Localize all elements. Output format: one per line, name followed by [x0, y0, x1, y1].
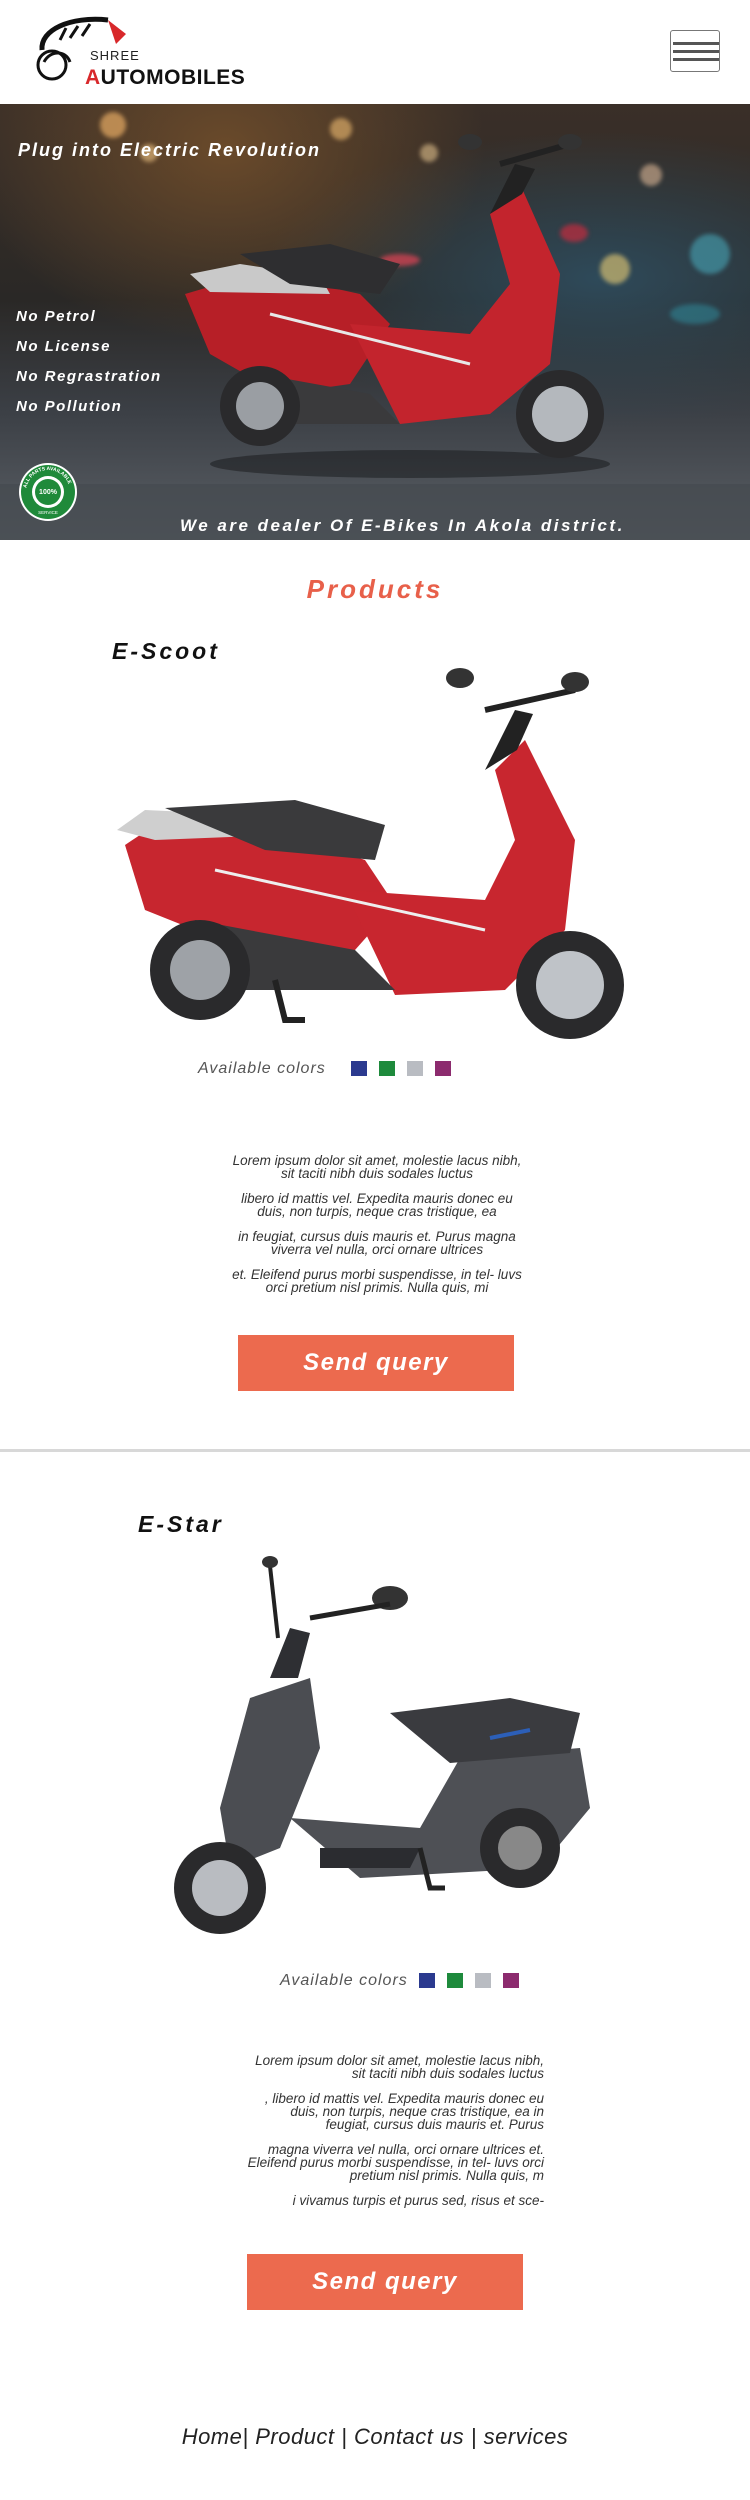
e-scoot-description: Lorem ipsum dolor sit amet, molestie lac… [226, 1154, 528, 1306]
color-swatch-purple[interactable] [435, 1061, 452, 1076]
send-query-button[interactable]: Send query [238, 1335, 514, 1391]
available-colors-label: Available colors [198, 1059, 326, 1077]
color-swatch-purple[interactable] [503, 1973, 520, 1988]
hero-feature-item: No Pollution [16, 398, 123, 415]
color-swatch-grey[interactable] [407, 1061, 424, 1076]
description-paragraph: , libero id mattis vel. Expedita mauris … [264, 2091, 544, 2132]
hero-feature-item: No License [16, 338, 112, 355]
e-star-image [174, 1556, 590, 1934]
hero-tagline: Plug into Electric Revolution [18, 140, 322, 160]
send-query-button[interactable]: Send query [247, 2254, 523, 2310]
hamburger-menu-icon[interactable] [670, 30, 720, 72]
e-star-color-options: Available colors [280, 1970, 520, 1990]
dealer-banner-text: We are dealer Of E-Bikes In Akola distri… [180, 516, 625, 535]
badge-bottom-text: SERVICE [38, 510, 58, 515]
footer-link-product[interactable]: Product [255, 2424, 341, 2449]
product-name-e-star: E-Star [138, 1511, 224, 1537]
hero-feature-item: No Regrastration [16, 368, 162, 385]
logo-name-initial: A [85, 66, 101, 89]
site-header: SHREE AUTOMOBILES [0, 0, 750, 104]
product-divider [0, 1449, 750, 1452]
description-paragraph: magna viverra vel nulla, orci ornare ult… [247, 2142, 544, 2183]
footer-nav: Home| Product | Contact us | services [181, 2424, 569, 2449]
hero-scooter-image [185, 134, 610, 478]
footer-link-contact[interactable]: Contact us [354, 2424, 471, 2449]
e-star-description: Lorem ipsum dolor sit amet, molestie lac… [244, 2054, 544, 2219]
description-paragraph: et. Eleifend purus morbi suspendisse, in… [232, 1267, 522, 1295]
footer-link-services[interactable]: services [484, 2424, 569, 2449]
color-swatch-blue[interactable] [418, 1973, 435, 1988]
e-scoot-image [117, 668, 624, 1039]
logo-name-text: AUTOMOBILES [85, 66, 245, 90]
badge-center-text: 100% [39, 489, 58, 496]
products-section-title: Products [306, 574, 444, 604]
color-swatch-blue[interactable] [350, 1061, 367, 1076]
color-swatch-green[interactable] [446, 1973, 463, 1988]
logo-shree-text: SHREE [90, 48, 140, 63]
brand-logo[interactable]: SHREE AUTOMOBILES [30, 10, 245, 96]
description-paragraph: Lorem ipsum dolor sit amet, molestie lac… [232, 1153, 522, 1181]
description-paragraph: libero id mattis vel. Expedita mauris do… [241, 1191, 513, 1219]
description-paragraph: Lorem ipsum dolor sit amet, molestie lac… [255, 2053, 544, 2081]
hero-feature-item: No Petrol [16, 308, 97, 325]
description-paragraph: in feugiat, cursus duis mauris et. Purus… [238, 1229, 516, 1257]
color-swatch-green[interactable] [378, 1061, 395, 1076]
hero-feature-list: No Petrol No License No Regrastration No… [16, 302, 162, 422]
hero-banner: Plug into Electric Revolution No Petrol … [0, 104, 750, 540]
description-paragraph: i vivamus turpis et purus sed, risus et … [292, 2193, 544, 2208]
service-badge-icon: 100% ALL PARTS AVAILABLE SERVICE [19, 463, 77, 521]
available-colors-label: Available colors [280, 1971, 408, 1989]
e-scoot-color-options: Available colors [198, 1058, 452, 1078]
footer-link-home[interactable]: Home [182, 2424, 243, 2449]
color-swatch-grey[interactable] [475, 1973, 492, 1988]
logo-name-rest: UTOMOBILES [100, 66, 246, 89]
